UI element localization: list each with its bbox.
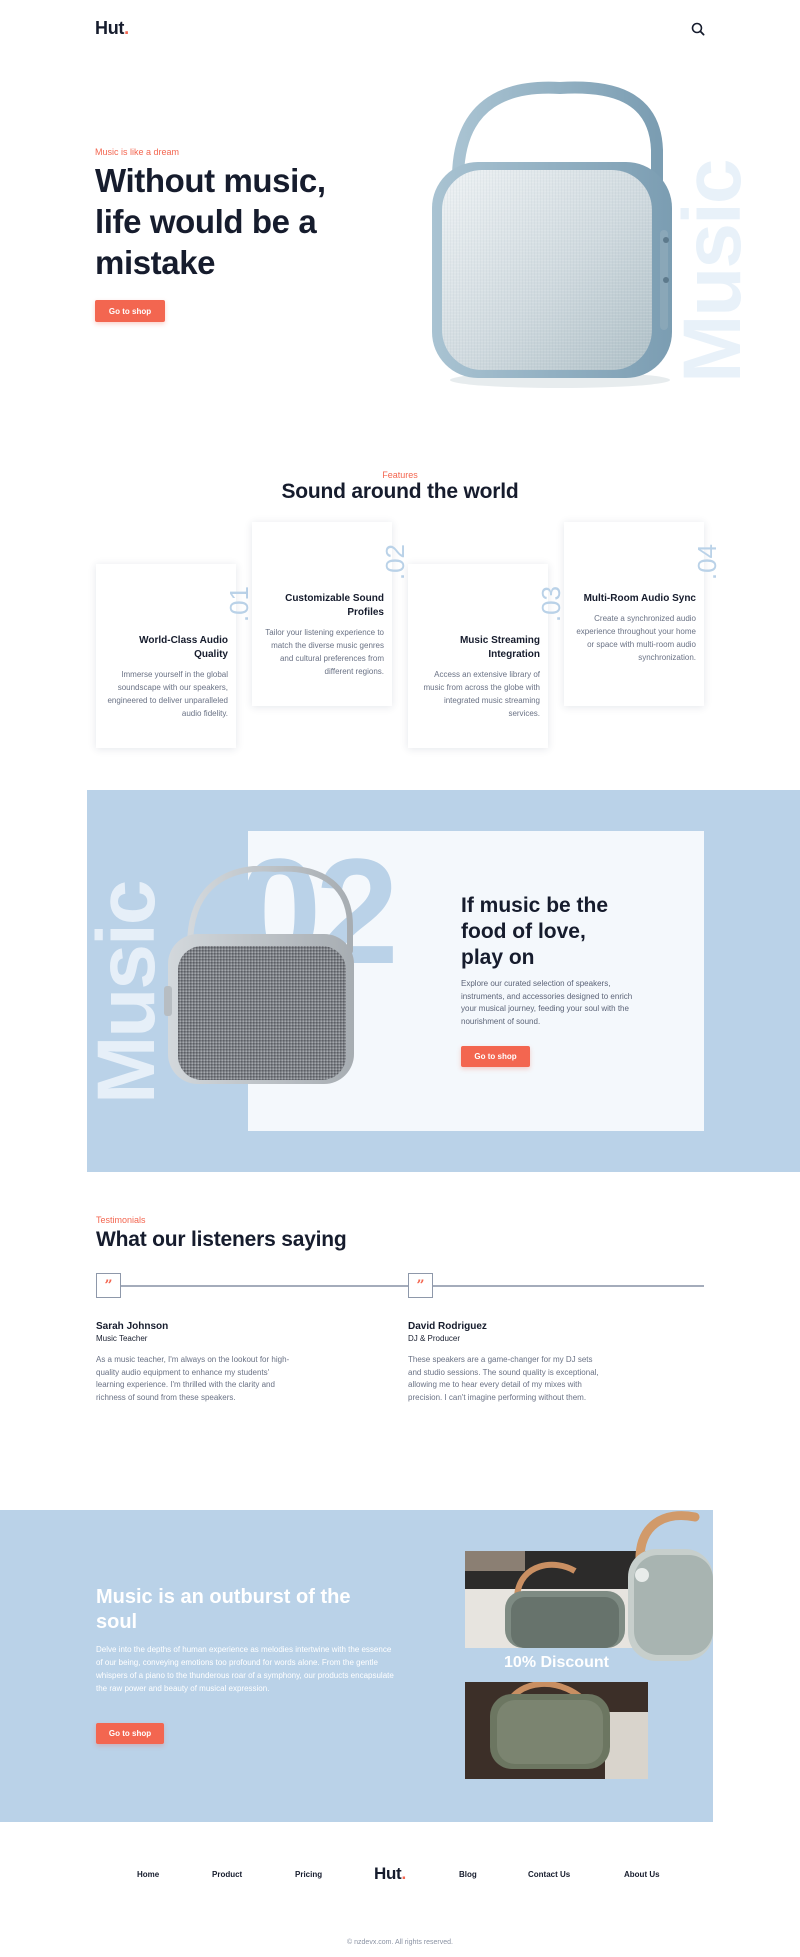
feature-title: Customizable Sound Profiles [285,593,384,618]
footer-logo[interactable]: Hut. [374,1864,406,1884]
hero-title-line: Without music, [95,162,326,199]
outburst-shop-button[interactable]: Go to shop [96,1723,164,1744]
outburst-title-line: soul [96,1611,138,1633]
logo-dot: . [401,1864,406,1883]
outburst-body: Delve into the depths of human experienc… [96,1645,394,1693]
feature-number: .03 [536,586,566,623]
discount-speaker-overlay [628,1511,713,1661]
promo-title: If music be the food of love, play on [461,893,691,971]
feature-body: Immerse yourself in the global soundscap… [107,670,228,718]
feature-number: .02 [380,544,410,581]
testimonial-role: Music Teacher [96,1334,148,1343]
feature-card: .01 World-Class Audio Quality Immerse yo… [96,564,254,748]
footer-link-about[interactable]: About Us [624,1870,660,1879]
feature-number: .04 [692,544,722,581]
feature-body: Access an extensive library of music fro… [423,670,541,718]
outburst-title: Music is an outburst of the soul [96,1585,396,1635]
testimonial-text: As a music teacher, I'm always on the lo… [96,1355,290,1402]
copyright: © nzdevx.com. All rights reserved. [347,1939,453,1946]
testimonial-card: Sarah Johnson Music Teacher As a music t… [96,1321,296,1404]
hero-title-line: mistake [95,244,216,281]
feature-card: .02 Customizable Sound Profiles Tailor y… [252,522,410,706]
promo-body: Explore our curated selection of speaker… [461,979,633,1026]
testimonial-text: These speakers are a game-changer for my… [408,1355,599,1402]
feature-number: .01 [224,586,254,623]
testimonial-card: David Rodriguez DJ & Producer These spea… [408,1321,608,1404]
testimonial-role: DJ & Producer [408,1334,461,1343]
feature-body: Tailor your listening experience to matc… [265,628,384,676]
outburst-title-line: Music is an outburst of the [96,1586,351,1608]
hero-title-line: life would be a [95,203,317,240]
search-icon[interactable] [691,22,705,36]
hero-title: Without music, life would be a mistake [95,160,395,283]
promo-shop-button[interactable]: Go to shop [461,1046,530,1067]
features-title: Sound around the world [281,480,519,503]
feature-title: Multi-Room Audio Sync [583,593,696,604]
header-logo[interactable]: Hut. [95,18,129,39]
promo-watermark: Music [81,881,172,1104]
testimonial-name: Sarah Johnson [96,1321,169,1332]
promo-title-line: If music be the [461,894,609,917]
hero-speaker-image [432,81,672,388]
testimonials-eyebrow: Testimonials [96,1215,146,1225]
feature-title: Music Streaming Integration [459,635,540,660]
footer-link-blog[interactable]: Blog [459,1870,477,1879]
promo-title-line: food of love, [461,920,586,943]
discount-label[interactable]: 10% Discount [465,1654,648,1672]
feature-body: Create a synchronized audio experience t… [576,614,696,662]
footer-link-home[interactable]: Home [137,1870,159,1879]
quote-icon: ” [96,1273,121,1298]
logo-text: Hut [95,18,125,38]
feature-card: .04 Multi-Room Audio Sync Create a synch… [564,522,722,706]
features-eyebrow: Features [382,470,418,480]
hero-shop-button[interactable]: Go to shop [95,300,165,322]
feature-title: World-Class Audio Quality [139,635,228,660]
testimonial-name: David Rodriguez [408,1321,487,1332]
quote-icon: ” [408,1273,433,1298]
testimonials-title: What our listeners saying [96,1228,347,1251]
footer-link-contact[interactable]: Contact Us [528,1870,570,1879]
feature-card: .03 Music Streaming Integration Access a… [408,564,566,748]
footer-link-product[interactable]: Product [212,1870,242,1879]
discount-photo-bottom [465,1682,648,1779]
logo-dot: . [124,18,129,38]
hero-eyebrow: Music is like a dream [95,147,180,157]
testimonials-divider [96,1285,704,1287]
hero-watermark: Music [667,160,758,383]
promo-speaker-image [164,866,354,1084]
logo-text: Hut [374,1864,402,1883]
footer-link-pricing[interactable]: Pricing [295,1870,322,1879]
promo-title-line: play on [461,946,535,969]
